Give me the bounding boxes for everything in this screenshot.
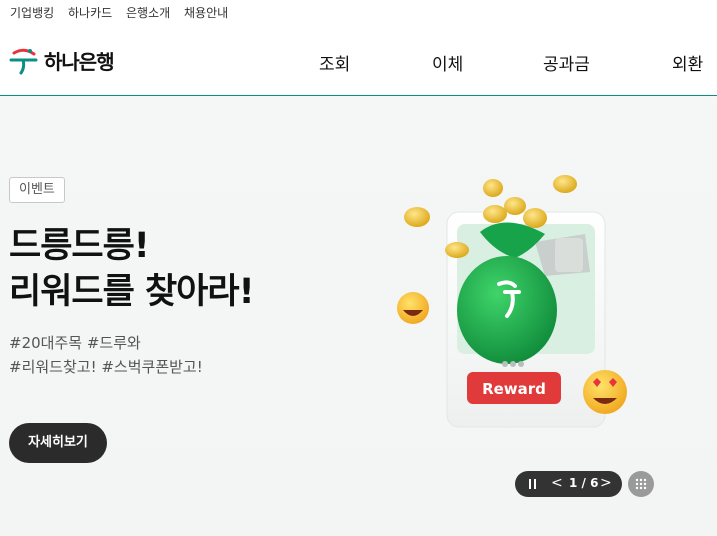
hero-banner: 이벤트 드릉드릉! 리워드를 찾아라! #20대주목 #드루와 #리워드찾고! …	[0, 97, 717, 536]
util-link-hana-card[interactable]: 하나카드	[68, 4, 112, 21]
next-slide-button[interactable]: >	[600, 475, 612, 491]
util-link-careers[interactable]: 채용안내	[184, 4, 228, 21]
event-tag: 이벤트	[9, 177, 65, 203]
nav-utility-bills[interactable]: 공과금	[543, 50, 590, 75]
slide-counter: 1 / 6	[569, 476, 599, 490]
hashtag-line-1: #20대주목 #드루와	[9, 334, 141, 352]
hero-hashtags: #20대주목 #드루와 #리워드찾고! #스벅쿠폰받고!	[9, 331, 203, 379]
headline-line-1: 드릉드릉!	[9, 226, 150, 266]
util-link-bank-intro[interactable]: 은행소개	[126, 4, 170, 21]
nav-foreign-exchange[interactable]: 외환	[672, 50, 703, 75]
nav-inquiry[interactable]: 조회	[319, 50, 350, 75]
hana-logo-icon	[9, 48, 38, 75]
view-details-button[interactable]: 자세히보기	[9, 423, 107, 463]
carousel-pager: < 1 / 6 >	[515, 471, 622, 497]
headline-line-2: 리워드를 찾아라!	[9, 272, 255, 312]
grid-view-button[interactable]	[628, 471, 654, 497]
brand-name: 하나은행	[44, 49, 115, 74]
grid-icon	[635, 478, 647, 490]
hero-headline: 드릉드릉! 리워드를 찾아라!	[9, 223, 255, 315]
header: 하나은행 조회 이체 공과금 외환	[0, 26, 717, 96]
utility-bar: 기업뱅킹 하나카드 은행소개 채용안내	[0, 0, 717, 26]
prev-slide-button[interactable]: <	[551, 475, 563, 491]
reward-badge-text: Reward	[482, 380, 546, 398]
brand-logo[interactable]: 하나은행	[8, 44, 115, 76]
util-link-corporate-banking[interactable]: 기업뱅킹	[10, 4, 54, 21]
hashtag-line-2: #리워드찾고! #스벅쿠폰받고!	[9, 358, 203, 376]
nav-transfer[interactable]: 이체	[432, 50, 463, 75]
reward-illustration: Reward	[397, 175, 627, 428]
pause-icon[interactable]	[529, 479, 536, 489]
